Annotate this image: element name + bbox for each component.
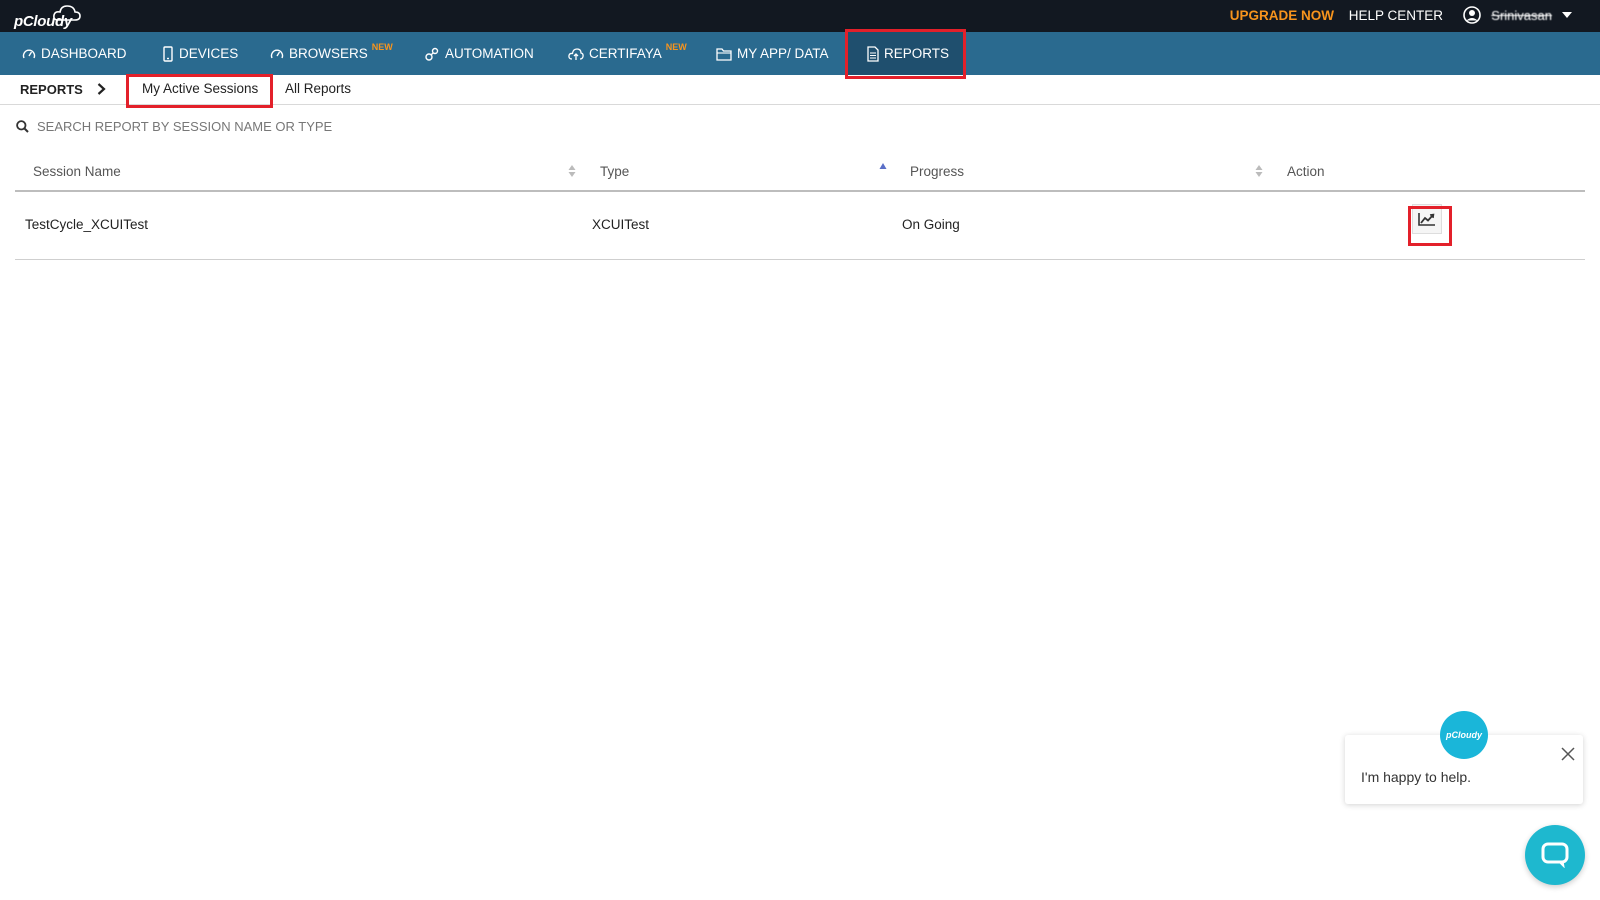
nav-label: CERTIFAYA (589, 46, 662, 61)
gauge-icon (270, 49, 284, 58)
upgrade-now-link[interactable]: UPGRADE NOW (1230, 8, 1334, 23)
cloud-icon (53, 5, 81, 21)
chat-agent-avatar: pCloudy (1440, 711, 1488, 759)
nav-dashboard[interactable]: DASHBOARD (22, 32, 127, 75)
caret-down-icon (1562, 12, 1572, 18)
sort-icon[interactable] (1255, 164, 1263, 178)
column-header-progress[interactable]: Progress (910, 164, 964, 179)
tab-all-reports[interactable]: All Reports (285, 81, 351, 96)
column-header-action: Action (1287, 164, 1325, 179)
close-icon[interactable] (1561, 747, 1575, 761)
nav-reports[interactable]: REPORTS (848, 32, 963, 75)
nav-label: DASHBOARD (41, 46, 127, 61)
nav-devices[interactable]: DEVICES (162, 32, 238, 75)
chat-bubble-icon (1541, 842, 1569, 868)
pcloudy-logo[interactable]: pCloudy (14, 4, 81, 30)
nav-automation[interactable]: AUTOMATION (424, 32, 534, 75)
nav-label: BROWSERS (289, 46, 368, 61)
column-header-type[interactable]: Type (600, 164, 629, 179)
nav-browsers[interactable]: BROWSERS NEW (270, 32, 393, 75)
main-nav: DASHBOARD DEVICES BROWSERS NEW AUTOMATIO… (0, 32, 1600, 75)
folder-icon (716, 47, 732, 61)
reports-subnav: REPORTS My Active Sessions All Reports (0, 75, 1600, 105)
sort-icon[interactable] (568, 164, 576, 178)
search-input[interactable] (37, 119, 437, 134)
top-bar: pCloudy UPGRADE NOW HELP CENTER Srinivas… (0, 0, 1600, 32)
chat-message: I'm happy to help. (1361, 769, 1472, 785)
tab-my-active-sessions[interactable]: My Active Sessions (142, 81, 258, 96)
nav-label: DEVICES (179, 46, 239, 61)
cell-type: XCUITest (592, 217, 650, 232)
subnav-title: REPORTS (20, 82, 83, 97)
nav-label: AUTOMATION (445, 46, 534, 61)
avatar-logo-text: pCloudy (1446, 730, 1482, 740)
table-row[interactable]: TestCycle_XCUITest XCUITest On Going (15, 192, 1585, 260)
chevron-right-icon (97, 83, 106, 95)
new-badge: NEW (371, 41, 393, 52)
cell-progress: On Going (902, 217, 960, 232)
search-icon (16, 120, 29, 133)
column-header-session-name[interactable]: Session Name (33, 164, 121, 179)
user-avatar-icon (1463, 6, 1482, 24)
cloud-upload-icon (568, 47, 584, 60)
new-badge: NEW (665, 41, 687, 52)
gauge-icon (22, 49, 36, 58)
view-report-button[interactable] (1412, 204, 1442, 234)
nav-label: MY APP/ DATA (737, 46, 829, 61)
search-bar (16, 119, 437, 134)
nav-certifaya[interactable]: CERTIFAYA NEW (568, 32, 687, 75)
line-chart-icon (1418, 213, 1435, 226)
document-icon (867, 45, 879, 62)
cell-session-name: TestCycle_XCUITest (25, 217, 149, 232)
user-menu[interactable]: Srinivasan (1463, 6, 1572, 24)
user-name: Srinivasan (1491, 7, 1552, 23)
help-center-link[interactable]: HELP CENTER (1349, 8, 1443, 23)
nav-my-app-data[interactable]: MY APP/ DATA (716, 32, 829, 75)
gears-icon (425, 47, 439, 61)
table-header: Session Name Type Progress Action (15, 154, 1585, 192)
sort-ascending-icon[interactable] (879, 162, 887, 170)
sessions-table: Session Name Type Progress Action TestCy… (15, 154, 1585, 260)
nav-label: REPORTS (884, 46, 950, 61)
chat-launcher-button[interactable] (1525, 825, 1585, 885)
mobile-icon (163, 45, 173, 62)
